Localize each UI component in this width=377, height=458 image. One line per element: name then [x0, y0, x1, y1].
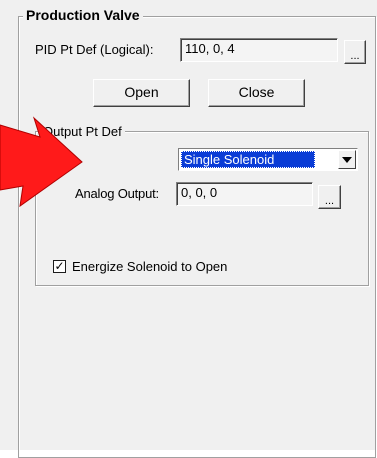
close-button[interactable]: Close	[208, 79, 305, 107]
production-valve-title: Production Valve	[23, 8, 143, 23]
pid-pt-def-label: PID Pt Def (Logical):	[35, 42, 154, 57]
solenoid-type-selected: Single Solenoid	[181, 151, 315, 168]
pid-browse-button[interactable]: ...	[344, 40, 366, 64]
analog-output-browse-button[interactable]: ...	[318, 185, 341, 209]
chevron-down-icon[interactable]	[338, 150, 356, 169]
pid-pt-def-field[interactable]: 110, 0, 4	[180, 38, 338, 62]
red-arrow-icon	[0, 116, 83, 208]
solenoid-type-select[interactable]: Single Solenoid	[178, 148, 358, 171]
analog-output-field[interactable]: 0, 0, 0	[176, 182, 313, 206]
red-arrow-shape	[0, 116, 83, 208]
